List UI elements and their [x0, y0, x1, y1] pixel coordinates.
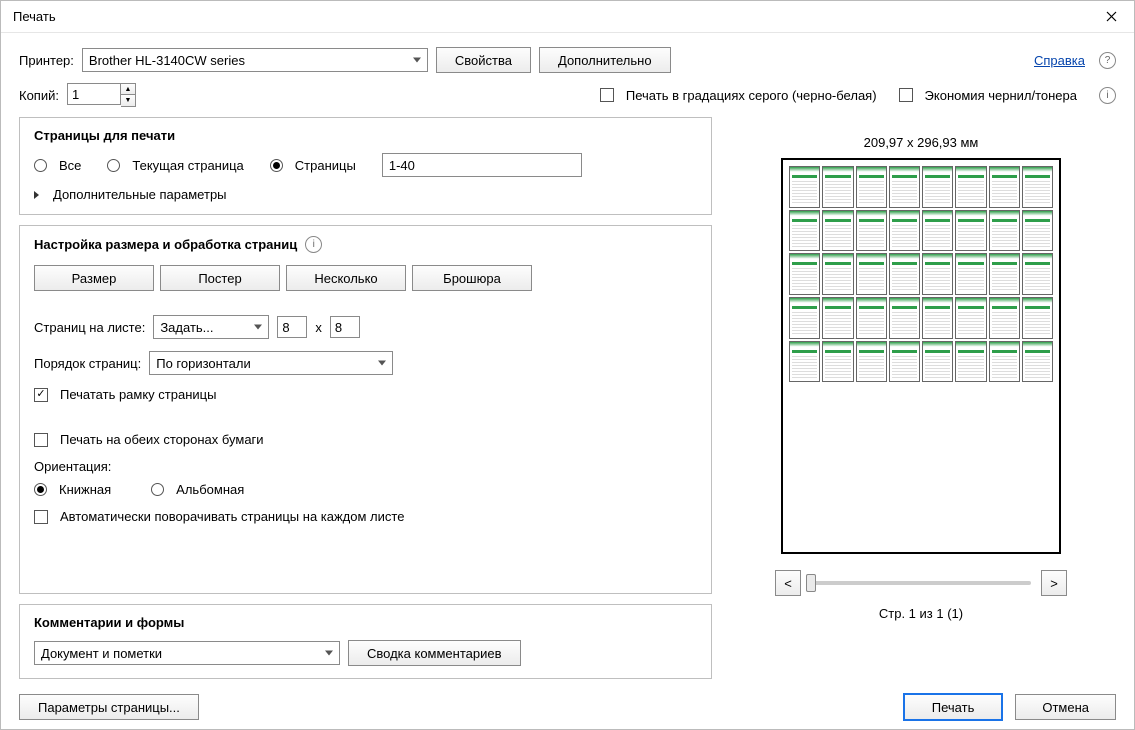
preview-thumbnail — [889, 253, 920, 295]
chevron-right-icon — [34, 191, 39, 199]
printer-label: Принтер: — [19, 53, 74, 68]
radio-pages[interactable]: Страницы — [270, 158, 356, 173]
preview-thumbnail — [955, 297, 986, 339]
preview-thumbnail — [989, 210, 1020, 252]
poster-tab-button[interactable]: Постер — [160, 265, 280, 291]
preview-thumbnail — [889, 297, 920, 339]
grayscale-label: Печать в градациях серого (черно-белая) — [626, 88, 877, 103]
pages-panel-title: Страницы для печати — [34, 128, 697, 143]
preview-thumbnail — [889, 166, 920, 208]
print-border-checkbox[interactable]: Печатать рамку страницы — [34, 387, 697, 402]
preview-thumbnail — [789, 297, 820, 339]
help-link[interactable]: Справка — [1034, 53, 1085, 68]
booklet-tab-button[interactable]: Брошюра — [412, 265, 532, 291]
ink-info-icon[interactable]: i — [1099, 87, 1116, 104]
pages-input[interactable] — [382, 153, 582, 177]
preview-thumbnail — [955, 210, 986, 252]
preview-thumbnail — [922, 253, 953, 295]
prev-page-button[interactable]: < — [775, 570, 801, 596]
save-ink-label: Экономия чернил/тонера — [925, 88, 1077, 103]
page-order-label: Порядок страниц: — [34, 356, 141, 371]
printer-value: Brother HL-3140CW series — [89, 53, 245, 68]
pages-per-sheet-select[interactable]: Задать... — [153, 315, 269, 339]
preview-thumbnail — [955, 253, 986, 295]
size-tab-button[interactable]: Размер — [34, 265, 154, 291]
radio-portrait[interactable]: Книжная — [34, 482, 111, 497]
grayscale-checkbox[interactable]: Печать в градациях серого (черно-белая) — [600, 88, 877, 103]
preview-thumbnail — [789, 166, 820, 208]
preview-thumbnail — [856, 166, 887, 208]
pages-per-sheet-label: Страниц на листе: — [34, 320, 145, 335]
copies-input[interactable] — [67, 83, 121, 105]
printer-select[interactable]: Brother HL-3140CW series — [82, 48, 428, 72]
cols-input[interactable] — [277, 316, 307, 338]
more-options-toggle[interactable]: Дополнительные параметры — [34, 187, 697, 202]
preview-thumbnail — [856, 297, 887, 339]
preview-thumbnail — [922, 297, 953, 339]
handling-panel-title: Настройка размера и обработка страниц — [34, 237, 297, 252]
preview-thumbnail — [789, 253, 820, 295]
radio-all[interactable]: Все — [34, 158, 81, 173]
cols-x-rows-sep: x — [315, 320, 322, 335]
preview-thumbnail — [789, 341, 820, 383]
preview-thumbnail — [989, 253, 1020, 295]
preview-dimensions: 209,97 x 296,93 мм — [864, 135, 979, 150]
duplex-checkbox[interactable]: Печать на обеих сторонах бумаги — [34, 432, 697, 447]
auto-rotate-checkbox[interactable]: Автоматически поворачивать страницы на к… — [34, 509, 697, 524]
copies-down[interactable]: ▼ — [121, 95, 135, 106]
copies-up[interactable]: ▲ — [121, 84, 135, 95]
window-title: Печать — [13, 9, 1089, 24]
preview-thumbnail — [822, 166, 853, 208]
preview-page — [781, 158, 1061, 554]
multiple-tab-button[interactable]: Несколько — [286, 265, 406, 291]
preview-thumbnail — [989, 297, 1020, 339]
page-counter: Стр. 1 из 1 (1) — [879, 606, 963, 621]
preview-thumbnail — [922, 341, 953, 383]
copies-label: Копий: — [19, 88, 59, 103]
preview-thumbnail — [1022, 297, 1053, 339]
page-setup-button[interactable]: Параметры страницы... — [19, 694, 199, 720]
advanced-button[interactable]: Дополнительно — [539, 47, 671, 73]
preview-thumbnail — [856, 341, 887, 383]
preview-thumbnail — [822, 341, 853, 383]
zoom-slider-thumb[interactable] — [806, 574, 816, 592]
preview-thumbnail — [856, 253, 887, 295]
handling-info-icon[interactable]: i — [305, 236, 322, 253]
next-page-button[interactable]: > — [1041, 570, 1067, 596]
rows-input[interactable] — [330, 316, 360, 338]
preview-thumbnail — [822, 253, 853, 295]
preview-thumbnail — [955, 166, 986, 208]
preview-thumbnail — [789, 210, 820, 252]
preview-thumbnail — [955, 341, 986, 383]
preview-thumbnail — [889, 341, 920, 383]
summarize-comments-button[interactable]: Сводка комментариев — [348, 640, 521, 666]
preview-thumbnail — [1022, 210, 1053, 252]
comments-select[interactable]: Документ и пометки — [34, 641, 340, 665]
orientation-label: Ориентация: — [34, 459, 697, 474]
preview-thumbnail — [822, 210, 853, 252]
help-icon[interactable]: ? — [1099, 52, 1116, 69]
preview-thumbnail — [1022, 341, 1053, 383]
preview-thumbnail — [922, 210, 953, 252]
properties-button[interactable]: Свойства — [436, 47, 531, 73]
preview-thumbnail — [889, 210, 920, 252]
radio-current[interactable]: Текущая страница — [107, 158, 243, 173]
comments-panel-title: Комментарии и формы — [34, 615, 697, 630]
zoom-slider[interactable] — [811, 581, 1031, 585]
preview-thumbnail — [856, 210, 887, 252]
save-ink-checkbox[interactable]: Экономия чернил/тонера — [899, 88, 1077, 103]
preview-thumbnail — [1022, 253, 1053, 295]
preview-thumbnail — [822, 297, 853, 339]
cancel-button[interactable]: Отмена — [1015, 694, 1116, 720]
print-button[interactable]: Печать — [903, 693, 1004, 721]
page-order-select[interactable]: По горизонтали — [149, 351, 393, 375]
radio-landscape[interactable]: Альбомная — [151, 482, 244, 497]
preview-thumbnail — [989, 341, 1020, 383]
preview-thumbnail — [922, 166, 953, 208]
preview-thumbnail — [989, 166, 1020, 208]
preview-thumbnail — [1022, 166, 1053, 208]
close-button[interactable] — [1089, 1, 1134, 33]
